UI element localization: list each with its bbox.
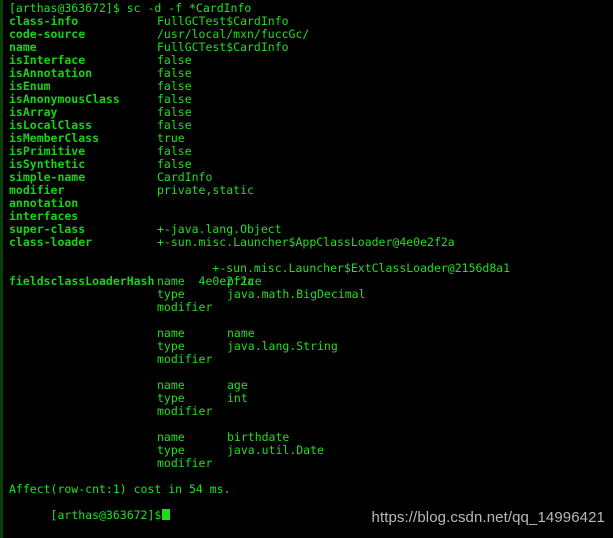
class-info-row: modifier private,static xyxy=(3,184,613,197)
field-row: modifier xyxy=(3,405,613,418)
field-attribute-value: price xyxy=(227,274,262,288)
field-attribute-value: birthdate xyxy=(227,430,290,444)
fields-label: fields xyxy=(9,274,51,288)
field-row: type int xyxy=(3,392,613,405)
field-attribute-value: name xyxy=(227,326,255,340)
field-attribute-value: java.util.Date xyxy=(227,443,324,457)
field-group-spacer xyxy=(3,314,613,327)
class-info-value: false xyxy=(157,79,192,93)
field-attribute-value: age xyxy=(227,378,248,392)
class-info-value: +-sun.misc.Launcher$AppClassLoader@4e0e2… xyxy=(157,235,455,249)
class-info-value: false xyxy=(157,92,192,106)
fields-block: fields name price type java.math.BigDecimal m… xyxy=(3,275,613,470)
class-info-label: class-loader xyxy=(9,235,93,249)
class-info-value: false xyxy=(157,144,192,158)
field-attribute-name: modifier xyxy=(157,456,213,470)
class-info-value: FullGCTest$CardInfo xyxy=(157,14,289,28)
bottom-prompt-line[interactable]: [arthas@363672]$ xyxy=(3,496,613,522)
class-info-value: true xyxy=(157,131,185,145)
field-row: modifier xyxy=(3,353,613,366)
affect-status-line: Affect(row-cnt:1) cost in 54 ms. xyxy=(9,482,231,496)
field-attribute-name: modifier xyxy=(157,300,213,314)
text-cursor xyxy=(162,509,171,520)
class-info-value: false xyxy=(157,118,192,132)
field-attribute-value: java.math.BigDecimal xyxy=(227,287,366,301)
class-info-value: FullGCTest$CardInfo xyxy=(157,40,289,54)
field-row: type java.math.BigDecimal xyxy=(3,288,613,301)
class-info-row: class-loader +-sun.misc.Launcher$AppClass… xyxy=(3,236,613,249)
class-info-row: isAnonymousClass false xyxy=(3,93,613,106)
field-row: modifier xyxy=(3,301,613,314)
class-loader-continuation-line: +-sun.misc.Launcher$ExtClassLoader@2156d… xyxy=(3,249,613,275)
field-attribute-value: java.lang.String xyxy=(227,339,338,353)
field-row: type java.lang.String xyxy=(3,340,613,353)
class-info-value: false xyxy=(157,66,192,80)
field-group-spacer xyxy=(3,366,613,379)
field-attribute-value: int xyxy=(227,391,248,405)
class-info-row: isPrimitive false xyxy=(3,145,613,158)
class-info-value: false xyxy=(157,53,192,67)
class-info-value: +-java.lang.Object xyxy=(157,222,282,236)
class-loader-hash-row: classLoaderHash 4e0e2f2a xyxy=(3,262,613,288)
class-info-value: private,static xyxy=(157,183,254,197)
field-row: modifier xyxy=(3,457,613,470)
bottom-prompt-text: [arthas@363672]$ xyxy=(50,508,162,522)
class-info-row: simple-name CardInfo xyxy=(3,171,613,184)
field-attribute-name: modifier xyxy=(157,352,213,366)
field-row: name age xyxy=(3,379,613,392)
class-info-row: name FullGCTest$CardInfo xyxy=(3,41,613,54)
command-prompt-line: [arthas@363672]$ sc -d -f *CardInfo xyxy=(9,1,252,15)
class-info-value: false xyxy=(157,157,192,171)
terminal-screen: [arthas@363672]$ sc -d -f *CardInfo clas… xyxy=(3,0,613,538)
class-info-value: CardInfo xyxy=(157,170,213,184)
field-group-spacer xyxy=(3,418,613,431)
class-info-block: class-info FullGCTest$CardInfo code-source… xyxy=(3,15,613,249)
class-info-value: false xyxy=(157,105,192,119)
class-info-row: isArray false xyxy=(3,106,613,119)
class-info-value: /usr/local/mxn/fuccGc/ xyxy=(157,27,310,41)
class-info-row: isInterface false xyxy=(3,54,613,67)
class-info-row: isMemberClass true xyxy=(3,132,613,145)
class-info-row: isSynthetic false xyxy=(3,158,613,171)
class-info-row: isAnnotation false xyxy=(3,67,613,80)
class-info-row: annotation xyxy=(3,197,613,210)
watermark-url: https://blog.csdn.net/qq_14996421 xyxy=(371,509,605,526)
class-info-row: code-source/usr/local/mxn/fuccGc/ xyxy=(3,28,613,41)
field-attribute-name: modifier xyxy=(157,404,213,418)
field-row: type java.util.Date xyxy=(3,444,613,457)
class-info-row: interfaces xyxy=(3,210,613,223)
terminal-window[interactable]: [arthas@363672]$ sc -d -f *CardInfo clas… xyxy=(0,0,613,538)
